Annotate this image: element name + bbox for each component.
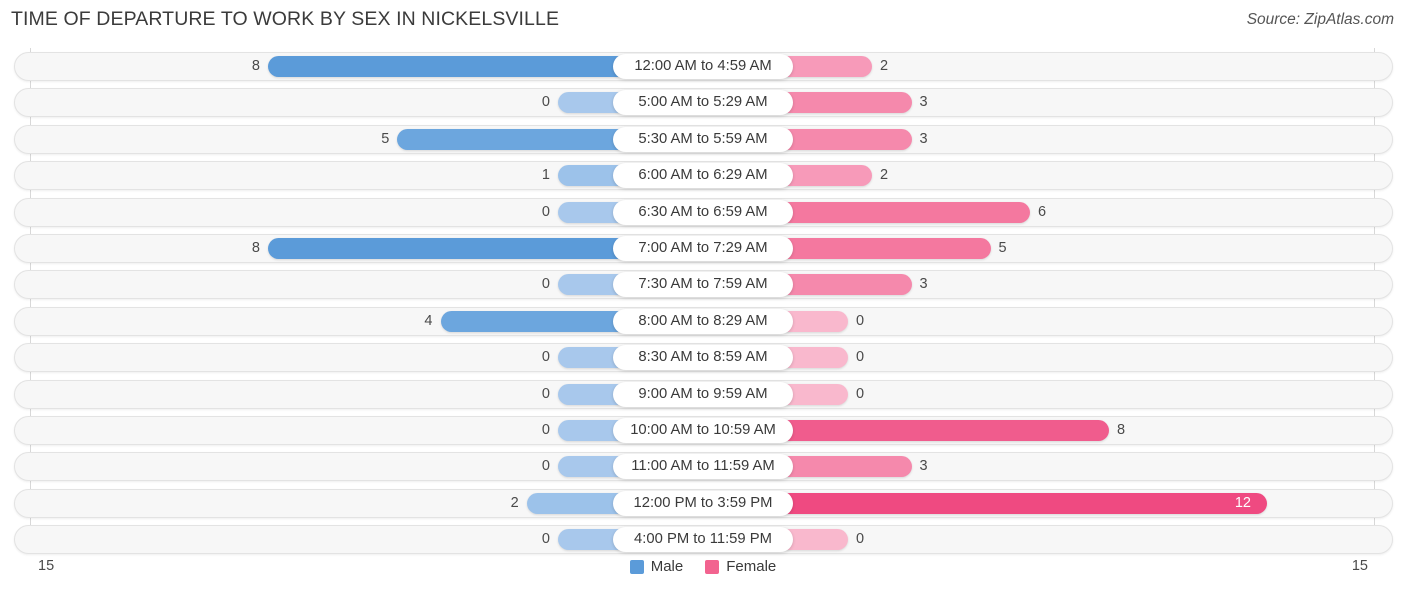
table-row[interactable]: 0 0 8:30 AM to 8:59 AM bbox=[14, 343, 1393, 373]
table-row[interactable]: 8 5 7:00 AM to 7:29 AM bbox=[14, 234, 1393, 263]
bar-value-male: 8 bbox=[251, 240, 260, 256]
bar-female[interactable] bbox=[779, 274, 912, 296]
table-row[interactable]: 1 2 6:00 AM to 6:29 AM bbox=[14, 161, 1393, 191]
bar-value-female: 12 bbox=[1234, 494, 1251, 511]
bar-value-female: 8 bbox=[1117, 422, 1126, 438]
legend-label: Female bbox=[726, 558, 777, 575]
bar-value-female: 5 bbox=[998, 240, 1007, 256]
bar-value-female: 0 bbox=[856, 349, 865, 366]
bar-value-male: 0 bbox=[541, 349, 550, 366]
legend-item-male[interactable]: Male bbox=[629, 558, 684, 575]
legend-label: Male bbox=[650, 558, 684, 575]
table-row[interactable]: 2 12 12:00 PM to 3:59 PM bbox=[14, 488, 1393, 518]
bar-female[interactable] bbox=[779, 92, 912, 114]
category-label: 12:00 PM to 3:59 PM bbox=[613, 490, 793, 516]
table-row[interactable]: 0 3 11:00 AM to 11:59 AM bbox=[14, 452, 1393, 482]
bar-female[interactable] bbox=[779, 201, 1030, 223]
bar-value-male: 4 bbox=[424, 312, 433, 329]
legend-swatch-icon bbox=[705, 559, 720, 574]
bar-male[interactable] bbox=[440, 310, 627, 332]
bar-value-female: 3 bbox=[919, 276, 928, 293]
bar-female[interactable] bbox=[779, 238, 991, 259]
bar-value-male: 0 bbox=[541, 422, 550, 438]
bar-female[interactable] bbox=[779, 456, 912, 478]
bar-value-male: 8 bbox=[251, 58, 260, 74]
category-label: 9:00 AM to 9:59 AM bbox=[613, 381, 793, 407]
bar-male[interactable] bbox=[397, 128, 627, 150]
bar-value-female: 2 bbox=[880, 167, 889, 184]
category-label: 8:30 AM to 8:59 AM bbox=[613, 345, 793, 371]
bar-value-female: 6 bbox=[1038, 203, 1047, 220]
chart-header: TIME OF DEPARTURE TO WORK BY SEX IN NICK… bbox=[0, 0, 1406, 44]
category-label: 12:00 AM to 4:59 AM bbox=[613, 54, 793, 79]
bar-female[interactable] bbox=[779, 420, 1109, 441]
bar-value-female: 3 bbox=[919, 130, 928, 147]
legend: Male Female bbox=[0, 558, 1406, 575]
category-label: 6:00 AM to 6:29 AM bbox=[613, 163, 793, 189]
legend-swatch-icon bbox=[629, 559, 644, 574]
bar-value-male: 0 bbox=[541, 276, 550, 293]
bar-value-male: 2 bbox=[510, 494, 519, 511]
bar-value-female: 3 bbox=[919, 94, 928, 111]
bar-value-female: 3 bbox=[919, 458, 928, 475]
table-row[interactable]: 8 2 12:00 AM to 4:59 AM bbox=[14, 52, 1393, 81]
chart-container: TIME OF DEPARTURE TO WORK BY SEX IN NICK… bbox=[0, 0, 1406, 594]
table-row[interactable]: 0 3 5:00 AM to 5:29 AM bbox=[14, 88, 1393, 118]
bar-female[interactable] bbox=[779, 492, 1267, 514]
category-label: 10:00 AM to 10:59 AM bbox=[613, 418, 793, 443]
chart-footer: 15 15 Male Female bbox=[0, 548, 1406, 594]
category-label: 11:00 AM to 11:59 AM bbox=[613, 454, 793, 480]
category-label: 7:30 AM to 7:59 AM bbox=[613, 272, 793, 298]
table-row[interactable]: 0 3 7:30 AM to 7:59 AM bbox=[14, 270, 1393, 300]
bar-value-male: 0 bbox=[541, 94, 550, 111]
bar-value-female: 0 bbox=[856, 312, 865, 329]
category-label: 5:00 AM to 5:29 AM bbox=[613, 90, 793, 116]
bar-value-female: 0 bbox=[856, 385, 865, 402]
category-label: 7:00 AM to 7:29 AM bbox=[613, 236, 793, 261]
table-row[interactable]: 0 0 9:00 AM to 9:59 AM bbox=[14, 379, 1393, 409]
category-label: 6:30 AM to 6:59 AM bbox=[613, 199, 793, 225]
table-row[interactable]: 4 0 8:00 AM to 8:29 AM bbox=[14, 306, 1393, 336]
bar-value-male: 5 bbox=[381, 130, 390, 147]
bar-male[interactable] bbox=[268, 56, 627, 77]
bar-value-male: 0 bbox=[541, 203, 550, 220]
table-row[interactable]: 0 8 10:00 AM to 10:59 AM bbox=[14, 416, 1393, 445]
category-label: 5:30 AM to 5:59 AM bbox=[613, 126, 793, 152]
bar-value-female: 2 bbox=[880, 58, 889, 74]
category-label: 8:00 AM to 8:29 AM bbox=[613, 308, 793, 334]
bar-value-male: 1 bbox=[541, 167, 550, 184]
bar-male[interactable] bbox=[526, 492, 627, 514]
table-row[interactable]: 5 3 5:30 AM to 5:59 AM bbox=[14, 124, 1393, 154]
page-title: TIME OF DEPARTURE TO WORK BY SEX IN NICK… bbox=[11, 8, 560, 30]
legend-item-female[interactable]: Female bbox=[705, 558, 776, 575]
bar-male[interactable] bbox=[268, 238, 627, 259]
bar-female[interactable] bbox=[779, 128, 912, 150]
plot-area: 8 2 12:00 AM to 4:59 AM 0 3 5:00 AM to 5:29 A… bbox=[0, 46, 1406, 555]
source-attribution: Source: ZipAtlas.com bbox=[1246, 11, 1394, 28]
table-row[interactable]: 0 6 6:30 AM to 6:59 AM bbox=[14, 197, 1393, 227]
bar-value-male: 0 bbox=[541, 385, 550, 402]
bar-value-male: 0 bbox=[541, 458, 550, 475]
bar-rows: 8 2 12:00 AM to 4:59 AM 0 3 5:00 AM to 5:29 A… bbox=[0, 46, 1406, 555]
